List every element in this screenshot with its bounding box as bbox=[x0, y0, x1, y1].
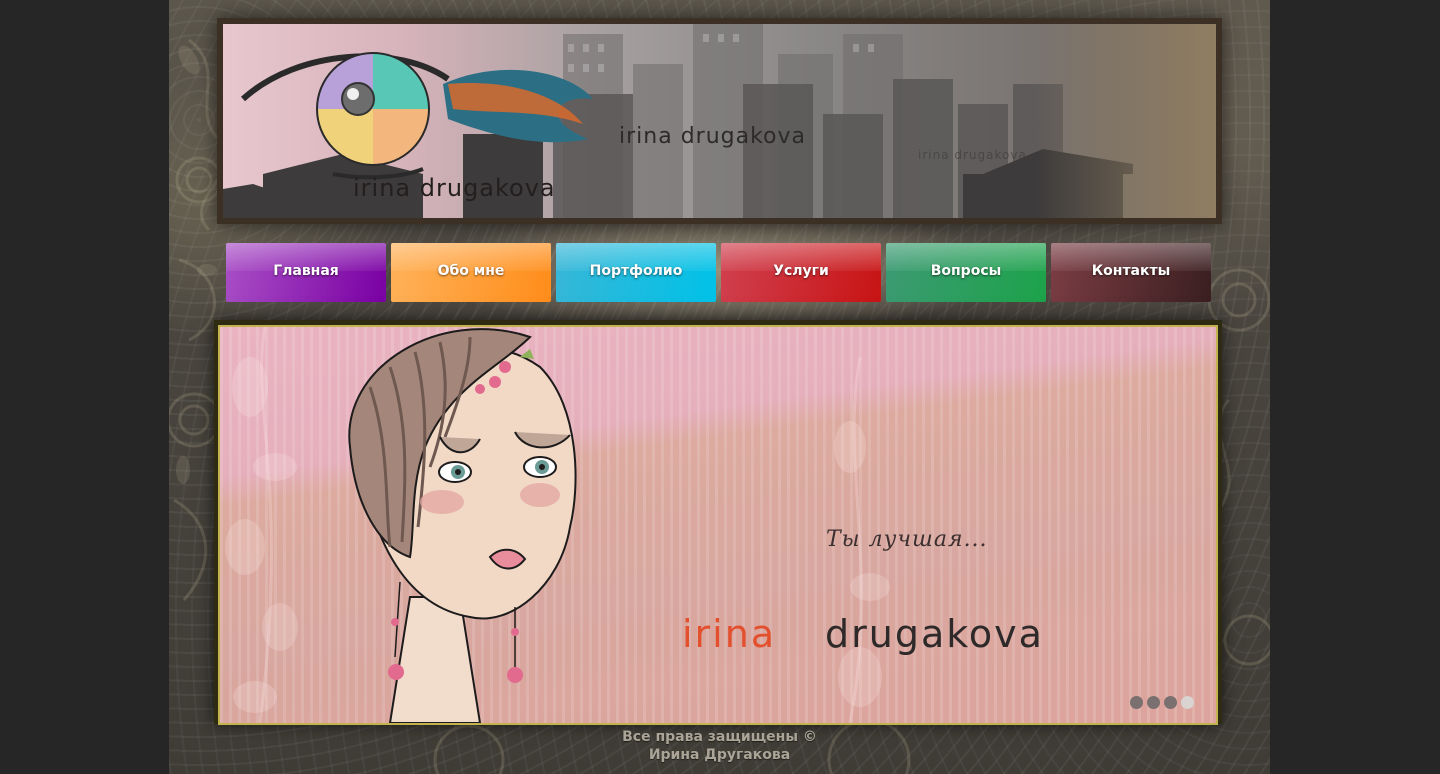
nav-item-contacts[interactable]: Контакты bbox=[1051, 243, 1211, 302]
nav-item-home[interactable]: Главная bbox=[226, 243, 386, 302]
nav-item-label: Главная bbox=[273, 262, 339, 279]
page-wrapper: irina drugakova irina drugakova irina dr… bbox=[169, 0, 1270, 774]
copyright-text: Все права защищены © bbox=[622, 729, 817, 745]
slider-dot-2[interactable] bbox=[1147, 696, 1160, 709]
header-fade bbox=[1036, 24, 1216, 218]
nav-item-label: Портфолио bbox=[589, 262, 683, 279]
slider-dot-1[interactable] bbox=[1130, 696, 1143, 709]
site-header: irina drugakova irina drugakova irina dr… bbox=[217, 18, 1222, 224]
image-slider: Ты лучшая... irina drugakova bbox=[218, 325, 1218, 725]
nav-item-label: Вопросы bbox=[930, 262, 1002, 279]
header-logo-text: irina drugakova bbox=[353, 174, 556, 202]
nav-item-services[interactable]: Услуги bbox=[721, 243, 881, 302]
header-banner: irina drugakova irina drugakova irina dr… bbox=[223, 24, 1216, 218]
slider-frame: Ты лучшая... irina drugakova bbox=[214, 320, 1222, 725]
eye-logo-icon bbox=[240, 52, 593, 180]
girl-portrait-illustration bbox=[348, 328, 577, 723]
site-footer: Все права защищены © Ирина Другакова bbox=[169, 728, 1270, 764]
nav-item-portfolio[interactable]: Портфолио bbox=[556, 243, 716, 302]
nav-item-label: Услуги bbox=[773, 262, 829, 279]
header-logo-text-small: irina drugakova bbox=[918, 148, 1027, 162]
nav-item-label: Обо мне bbox=[437, 262, 505, 279]
slide-brand-last-name: drugakova bbox=[825, 612, 1044, 656]
nav-item-faq[interactable]: Вопросы bbox=[886, 243, 1046, 302]
slider-dot-4[interactable] bbox=[1181, 696, 1194, 709]
slide-brand-first-name: irina bbox=[682, 612, 777, 656]
slider-pagination bbox=[1130, 696, 1194, 709]
slide-caption: Ты лучшая... bbox=[826, 527, 988, 552]
header-logo-text-secondary: irina drugakova bbox=[619, 124, 807, 149]
nav-item-about[interactable]: Обо мне bbox=[391, 243, 551, 302]
nav-item-label: Контакты bbox=[1091, 262, 1171, 279]
slider-dot-3[interactable] bbox=[1164, 696, 1177, 709]
copyright-author: Ирина Другакова bbox=[648, 747, 791, 763]
